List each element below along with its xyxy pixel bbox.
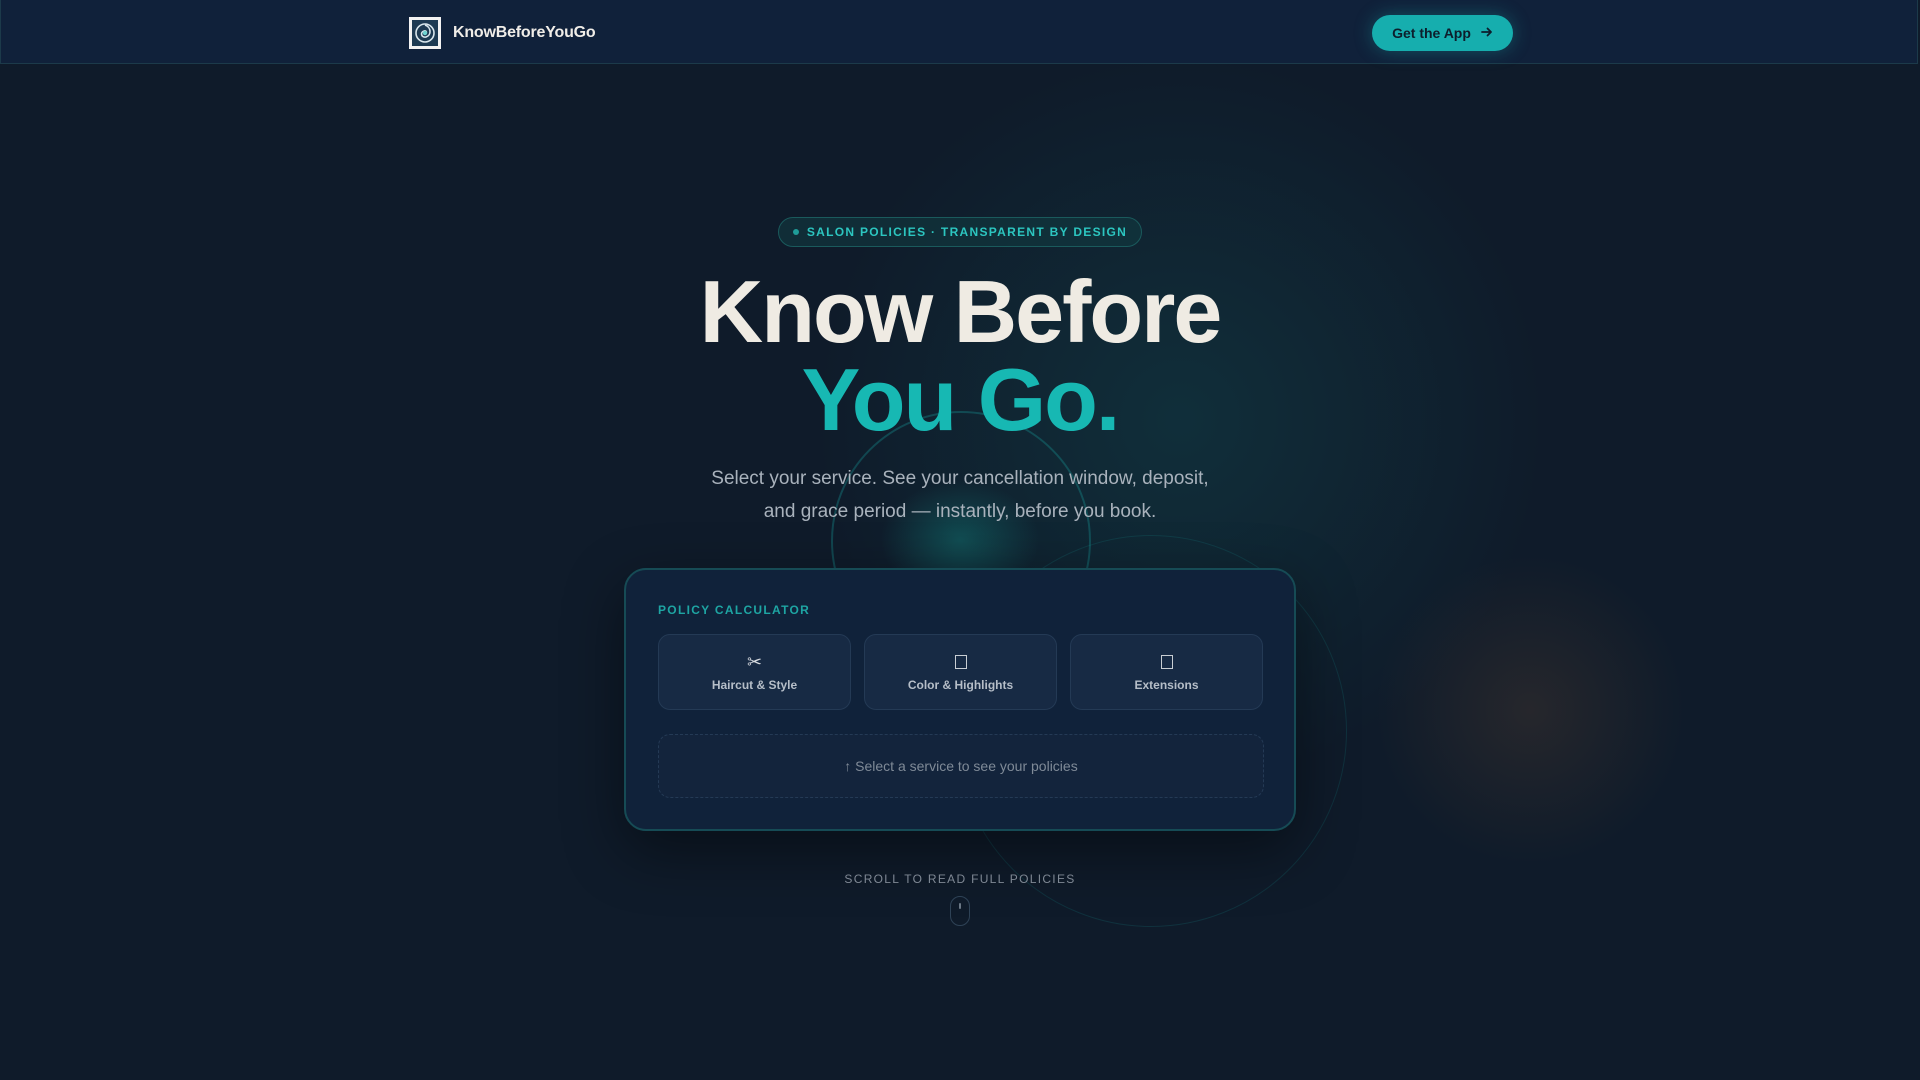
service-label-extensions: Extensions <box>1134 678 1199 692</box>
service-option-extensions[interactable]: Extensions <box>1070 634 1263 710</box>
service-option-haircut[interactable]: ✂ Haircut & Style <box>658 634 851 710</box>
scissors-icon: ✂ <box>746 652 763 672</box>
mouse-scroll-icon[interactable] <box>950 896 970 926</box>
hero-title-line2: You Go. <box>801 350 1121 449</box>
policy-calculator-label: POLICY CALCULATOR <box>658 603 811 617</box>
hero-title: Know Before You Go. <box>0 268 1920 444</box>
badge-dot-icon <box>792 229 799 235</box>
brand-name: KnowBeforeYouGo <box>453 24 596 41</box>
hero-subtitle: Select your service. See your cancellati… <box>660 462 1260 528</box>
policy-calculator-card: POLICY CALCULATOR ✂ Haircut & Style Colo… <box>624 568 1296 831</box>
extensions-icon <box>1160 652 1173 672</box>
hero-subtitle-line1: Select your service. See your cancellati… <box>711 468 1209 489</box>
get-the-app-button[interactable]: Get the App <box>1372 15 1513 51</box>
swirl-logo-icon <box>409 17 441 49</box>
service-options: ✂ Haircut & Style Color & Highlights Ext… <box>658 634 1263 710</box>
service-option-color[interactable]: Color & Highlights <box>864 634 1057 710</box>
landing-page: KnowBeforeYouGo Get the App SALON POLICI… <box>0 0 1920 1080</box>
get-the-app-label: Get the App <box>1392 25 1471 41</box>
policy-result-placeholder: ↑ Select a service to see your policies <box>658 734 1264 798</box>
top-nav: KnowBeforeYouGo Get the App <box>0 0 1918 64</box>
hero-title-line1: Know Before <box>699 262 1223 361</box>
badge-text: SALON POLICIES · TRANSPARENT BY DESIGN <box>806 225 1128 239</box>
arrow-right-icon <box>1481 25 1493 41</box>
service-label-color: Color & Highlights <box>907 678 1014 692</box>
hero-badge: SALON POLICIES · TRANSPARENT BY DESIGN <box>778 217 1142 247</box>
service-label-haircut: Haircut & Style <box>711 678 798 692</box>
hero-subtitle-line2: and grace period — instantly, before you… <box>763 501 1157 522</box>
palette-icon <box>954 652 967 672</box>
brand[interactable]: KnowBeforeYouGo <box>409 17 596 49</box>
mouse-wheel <box>959 903 961 909</box>
scroll-hint-label: SCROLL TO READ FULL POLICIES <box>844 872 1076 886</box>
